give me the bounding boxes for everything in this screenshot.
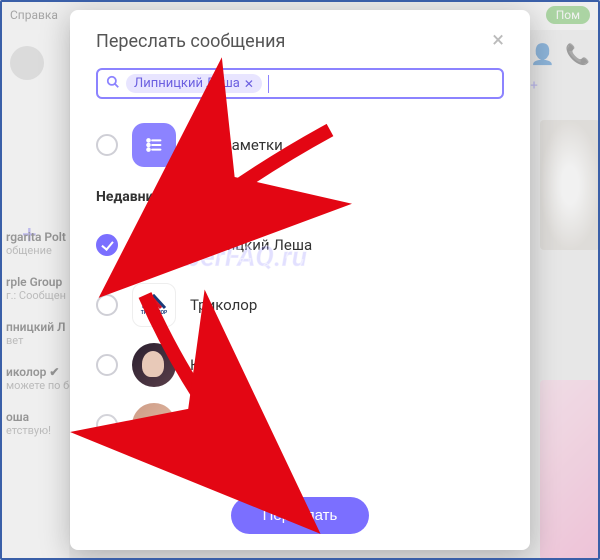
list-item-contact[interactable]: Ксюша bbox=[96, 335, 504, 395]
radio-unchecked[interactable] bbox=[96, 354, 118, 376]
list-item-contact[interactable] bbox=[96, 395, 504, 455]
forward-modal: Переслать сообщения × Липницкий Леша ✕ М… bbox=[70, 10, 530, 550]
chip-label: Липницкий Леша bbox=[134, 76, 240, 91]
search-chip: Липницкий Леша ✕ bbox=[126, 74, 262, 93]
avatar-photo bbox=[132, 343, 176, 387]
search-icon bbox=[106, 75, 120, 93]
forward-button[interactable]: Переслать bbox=[231, 497, 370, 534]
recent-heading: Недавние bbox=[96, 189, 504, 205]
radio-unchecked[interactable] bbox=[96, 294, 118, 316]
item-label: Мои заметки bbox=[190, 136, 283, 154]
item-label: Триколор bbox=[190, 296, 257, 314]
avatar-tricolor: ТРИКОЛОР bbox=[132, 283, 176, 327]
avatar-photo bbox=[132, 403, 176, 447]
item-label: Ксюша bbox=[190, 356, 240, 374]
list-item-contact[interactable]: Липницкий Леша bbox=[96, 215, 504, 275]
radio-checked[interactable] bbox=[96, 234, 118, 256]
search-field[interactable]: Липницкий Леша ✕ bbox=[96, 68, 504, 99]
text-caret bbox=[268, 75, 269, 93]
list-item-contact[interactable]: ТРИКОЛОР Триколор bbox=[96, 275, 504, 335]
chip-remove-icon[interactable]: ✕ bbox=[244, 77, 254, 91]
search-input[interactable] bbox=[275, 76, 494, 92]
radio-unchecked[interactable] bbox=[96, 414, 118, 436]
list-item-notes[interactable]: Мои заметки bbox=[96, 115, 504, 175]
item-label: Липницкий Леша bbox=[190, 236, 312, 254]
close-icon[interactable]: × bbox=[492, 30, 504, 52]
avatar-placeholder-icon bbox=[132, 223, 176, 267]
radio-unchecked[interactable] bbox=[96, 134, 118, 156]
notes-icon bbox=[132, 123, 176, 167]
modal-title: Переслать сообщения bbox=[96, 31, 285, 52]
